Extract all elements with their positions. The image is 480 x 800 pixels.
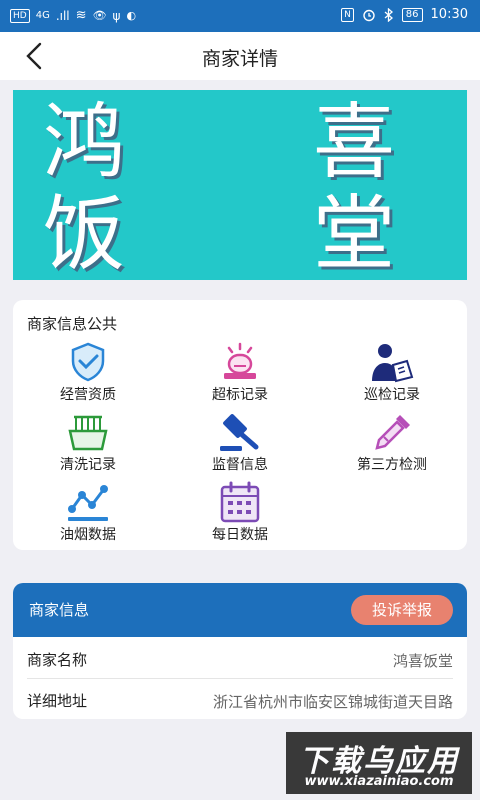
public-info-card: 商家信息公共 经营资质 超标记录 巡检记录 清洗记录 监督信息 第三方检测 油烟… bbox=[13, 300, 467, 550]
grid-label: 油烟数据 bbox=[60, 527, 116, 543]
grid-label: 巡检记录 bbox=[364, 387, 420, 403]
dropper-icon bbox=[368, 410, 416, 454]
bluetooth-icon bbox=[384, 7, 393, 22]
info-key: 详细地址 bbox=[27, 692, 88, 710]
grid-label: 经营资质 bbox=[60, 387, 116, 403]
shield-status-icon: ◐ bbox=[126, 9, 137, 22]
section-title: 商家信息公共 bbox=[27, 315, 118, 333]
info-value: 鸿喜饭堂 bbox=[392, 652, 453, 670]
grid-item-cleaning[interactable]: 清洗记录 bbox=[13, 410, 163, 476]
grid-item-overlimit[interactable]: 超标记录 bbox=[165, 340, 315, 406]
status-icons-right: N 86 10:30 bbox=[341, 7, 468, 22]
banner-char: 堂 bbox=[313, 187, 396, 280]
hd-badge: HD bbox=[10, 8, 30, 23]
page-title: 商家详情 bbox=[201, 48, 278, 70]
basket-icon bbox=[64, 410, 112, 454]
clock-time: 10:30 bbox=[430, 7, 468, 22]
complaint-button[interactable]: 投诉举报 bbox=[351, 595, 453, 625]
info-key: 商家名称 bbox=[27, 651, 88, 669]
merchant-info-card: 商家信息 投诉举报 商家名称 鸿喜饭堂 详细地址 浙江省杭州市临安区锦城街道天目… bbox=[13, 583, 467, 719]
battery-icon: 86 bbox=[401, 7, 423, 22]
banner-char: 饭 bbox=[43, 187, 126, 280]
alarm-icon bbox=[216, 340, 264, 384]
banner-char: 喜 bbox=[313, 95, 396, 190]
grid-item-daily-data[interactable]: 每日数据 bbox=[165, 480, 315, 546]
grid-item-fume-data[interactable]: 油烟数据 bbox=[13, 480, 163, 546]
merchant-banner: 鸿 喜 饭 堂 bbox=[13, 90, 467, 280]
grid-label: 每日数据 bbox=[212, 527, 268, 543]
info-row-address: 详细地址 浙江省杭州市临安区锦城街道天目路 bbox=[27, 680, 453, 719]
gavel-icon bbox=[216, 410, 264, 454]
nfc-icon: N bbox=[341, 7, 354, 22]
grid-item-third-party[interactable]: 第三方检测 bbox=[317, 410, 467, 476]
site-watermark: 下载乌应用 www.xiazainiao.com bbox=[286, 732, 472, 794]
banner-char: 鸿 bbox=[43, 95, 126, 190]
info-value: 浙江省杭州市临安区锦城街道天目路 bbox=[212, 693, 453, 711]
status-icons-left: HD 4G .ıll ≋ 👁 ψ ◐ bbox=[10, 8, 136, 23]
grid-label: 超标记录 bbox=[212, 387, 268, 403]
eye-icon: 👁 bbox=[92, 9, 107, 22]
section-title: 商家信息 bbox=[29, 601, 90, 619]
merchant-info-header: 商家信息 投诉举报 bbox=[13, 583, 467, 637]
inspector-icon bbox=[368, 340, 416, 384]
usb-icon: ψ bbox=[112, 8, 121, 23]
info-row-name: 商家名称 鸿喜饭堂 bbox=[27, 639, 453, 679]
watermark-url: www.xiazainiao.com bbox=[304, 774, 454, 789]
grid-label: 第三方检测 bbox=[357, 457, 427, 473]
signal-icon: .ıll bbox=[55, 8, 70, 23]
network-type: 4G bbox=[35, 10, 50, 21]
grid-label: 监督信息 bbox=[212, 457, 268, 473]
alarm-clock-icon bbox=[363, 9, 375, 21]
calendar-icon bbox=[216, 480, 264, 524]
status-bar: HD 4G .ıll ≋ 👁 ψ ◐ N 86 10:30 bbox=[0, 0, 480, 32]
grid-item-license[interactable]: 经营资质 bbox=[13, 340, 163, 406]
grid-item-inspection[interactable]: 巡检记录 bbox=[317, 340, 467, 406]
nav-bar: 商家详情 bbox=[0, 32, 480, 80]
wifi-icon: ≋ bbox=[75, 8, 87, 23]
line-chart-icon bbox=[64, 480, 112, 524]
grid-item-supervision[interactable]: 监督信息 bbox=[165, 410, 315, 476]
grid-label: 清洗记录 bbox=[60, 457, 116, 473]
shield-check-icon bbox=[64, 340, 112, 384]
